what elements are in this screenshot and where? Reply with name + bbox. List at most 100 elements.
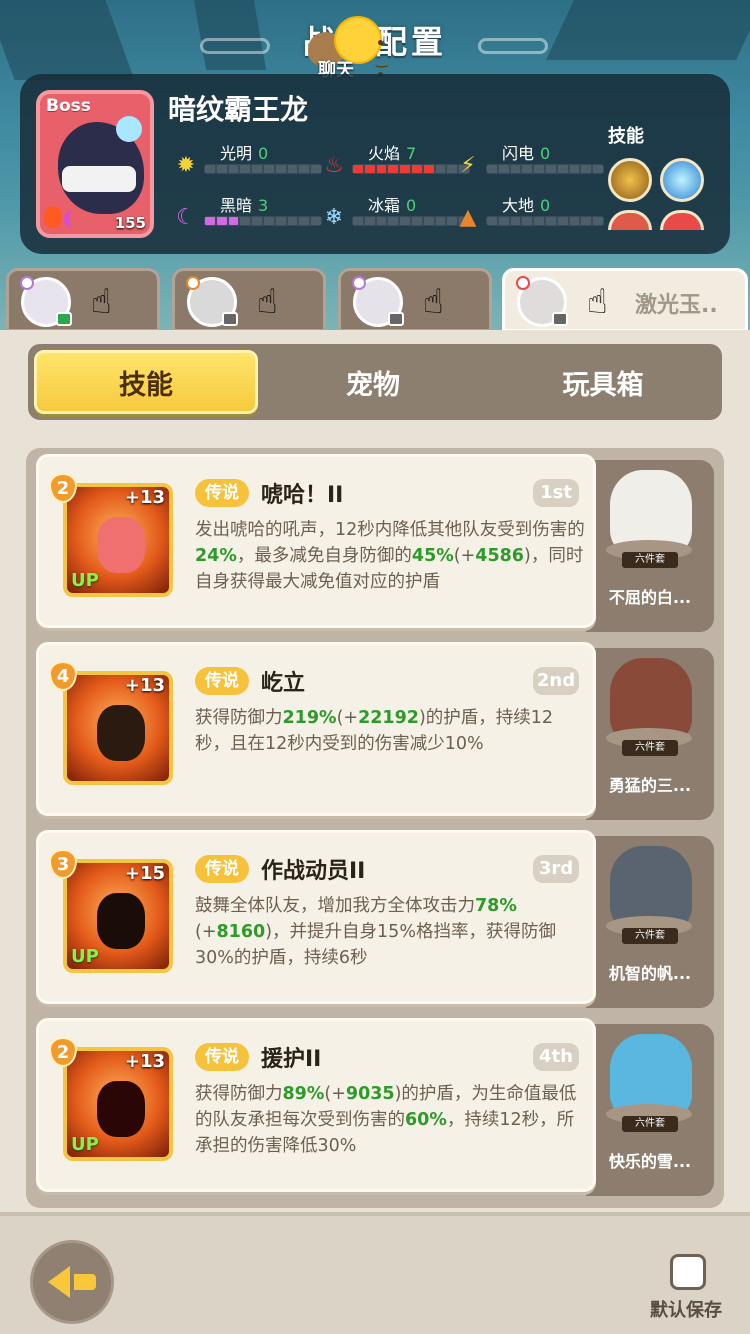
skill-plus: +13 [124, 675, 165, 696]
fire-icon [44, 206, 62, 228]
boss-level: 155 [114, 214, 146, 232]
skill-description: 发出唬哈的吼声，12秒内降低其他队友受到伤害的24%，最多减免自身防御的45%(… [195, 520, 585, 592]
skill-title: 作战动员II [261, 859, 366, 884]
hero-tab-2[interactable]: ☝ [172, 268, 326, 332]
back-arrow-tail [74, 1274, 96, 1290]
element-value: 0 [540, 144, 551, 163]
skill-level-badge: 4 [49, 661, 77, 691]
element-value: 0 [258, 144, 269, 163]
dragon-jaw [62, 166, 136, 192]
title-ornament-left [200, 38, 270, 54]
boss-name: 暗纹霸王龙 [168, 93, 309, 126]
boss-skill-icon[interactable] [660, 210, 704, 230]
element-badge [516, 276, 530, 290]
skill-level-badge: 2 [49, 1037, 77, 1067]
hero-tab-4[interactable]: ☝ 激光玉.. [502, 268, 748, 332]
hand-tap-icon: ☝ [91, 282, 112, 322]
upgrade-badge: UP [71, 946, 99, 967]
stand-figure-icon [97, 705, 145, 761]
pet-slot[interactable]: 六件套 勇猛的三... [586, 648, 714, 820]
snowflake-icon: ❄ [324, 205, 344, 230]
hand-tap-icon: ☝ [423, 282, 444, 322]
default-save-label: 默认保存 [650, 1300, 722, 1321]
skill-description: 获得防御力219%(+22192)的护盾，持续12秒，且在12秒内受到的伤害减少… [195, 708, 554, 754]
title-ornament-right [478, 38, 548, 54]
element-value: 7 [406, 144, 417, 163]
element-earth: ▲ 大地 0 [456, 196, 616, 236]
sun-icon: ✹ [176, 153, 196, 178]
skill-card[interactable]: 六件套 机智的帆... 3 +15 UP 传说 作战动员II 3rd 鼓舞全体队… [36, 830, 722, 1008]
skill-level-badge: 3 [49, 849, 77, 879]
status-icon [56, 312, 72, 326]
moon-icon: ☾ [176, 205, 196, 230]
element-name: 闪电 [502, 144, 535, 163]
pet-name: 勇猛的三... [608, 776, 692, 795]
pet-set-badge: 六件套 [622, 740, 678, 756]
skill-card-body: 2 +13 UP 传说 唬哈！II 1st 发出唬哈的吼声，12秒内降低其他队友… [36, 454, 596, 628]
pet-slot[interactable]: 六件套 不屈的白... [586, 460, 714, 632]
skill-description: 鼓舞全体队友，增加我方全体攻击力78%(+8160)，并提升自身15%格挡率，获… [195, 896, 556, 968]
element-value: 3 [258, 196, 269, 215]
boss-skills-label: 技能 [608, 126, 644, 147]
hero-tab-1[interactable]: ☝ [6, 268, 160, 332]
upgrade-badge: UP [71, 1134, 99, 1155]
back-arrow-icon [48, 1266, 70, 1298]
element-name: 黑暗 [220, 196, 253, 215]
hero-name: 激光玉.. [635, 293, 718, 318]
element-badge [186, 276, 200, 290]
hero-avatar [186, 276, 238, 327]
skill-icon[interactable]: 3 +15 UP [49, 849, 173, 973]
skill-title: 援护II [261, 1047, 322, 1072]
skill-rank: 2nd [533, 667, 579, 695]
guard-figure-icon [97, 1081, 145, 1137]
tab-pets[interactable]: 宠物 [258, 344, 488, 420]
tab-toybox[interactable]: 玩具箱 [488, 344, 718, 420]
skill-rank: 3rd [533, 855, 579, 883]
back-button[interactable] [30, 1240, 114, 1324]
default-save-checkbox[interactable] [670, 1254, 706, 1290]
hero-tab-3[interactable]: ☝ [338, 268, 492, 332]
element-value: 0 [540, 196, 551, 215]
element-name: 光明 [220, 144, 253, 163]
element-dark: ☾ 黑暗 3 [174, 196, 334, 236]
skill-card[interactable]: 六件套 快乐的雪... 2 +13 UP 传说 援护II 4th 获得防御力89… [36, 1018, 722, 1196]
boss-skill-icon[interactable] [660, 158, 704, 202]
status-icon [552, 312, 568, 326]
hero-avatar [20, 276, 72, 327]
pet-slot[interactable]: 六件套 快乐的雪... [586, 1024, 714, 1196]
element-bar [486, 216, 604, 226]
element-name: 冰霜 [368, 196, 401, 215]
moon-icon [64, 210, 82, 228]
element-badge [352, 276, 366, 290]
boss-skill-icon[interactable] [608, 158, 652, 202]
hand-tap-icon: ☝ [587, 282, 608, 322]
rarity-badge: 传说 [195, 1043, 249, 1071]
skill-plus: +13 [124, 1051, 165, 1072]
pet-name: 不屈的白... [608, 588, 692, 607]
boss-portrait[interactable]: Boss 155 [36, 90, 154, 238]
element-badge [20, 276, 34, 290]
skill-icon[interactable]: 2 +13 UP [49, 473, 173, 597]
skill-icon[interactable]: 2 +13 UP [49, 1037, 173, 1161]
pet-slot[interactable]: 六件套 机智的帆... [586, 836, 714, 1008]
skill-card[interactable]: 六件套 不屈的白... 2 +13 UP 传说 唬哈！II 1st 发出唬哈的吼… [36, 454, 722, 632]
earth-icon: ▲ [459, 205, 477, 230]
skill-list: 六件套 不屈的白... 2 +13 UP 传说 唬哈！II 1st 发出唬哈的吼… [26, 448, 724, 1208]
status-icon [222, 312, 238, 326]
element-bar [486, 164, 604, 174]
status-icon [388, 312, 404, 326]
element-value: 0 [406, 196, 417, 215]
rally-figure-icon [97, 893, 145, 949]
skill-card[interactable]: 六件套 勇猛的三... 4 +13 传说 屹立 2nd 获得防御力219%(+2… [36, 642, 722, 820]
pet-set-badge: 六件套 [622, 1116, 678, 1132]
skill-card-body: 4 +13 传说 屹立 2nd 获得防御力219%(+22192)的护盾，持续1… [36, 642, 596, 816]
dragon-horn [116, 116, 142, 142]
skill-rank: 4th [533, 1043, 579, 1071]
element-bar [352, 216, 470, 226]
skill-rank: 1st [533, 479, 579, 507]
element-bar [204, 216, 322, 226]
skill-icon[interactable]: 4 +13 [49, 661, 173, 785]
rarity-badge: 传说 [195, 479, 249, 507]
pet-name: 机智的帆... [608, 964, 692, 983]
tab-skills[interactable]: 技能 [34, 350, 258, 414]
